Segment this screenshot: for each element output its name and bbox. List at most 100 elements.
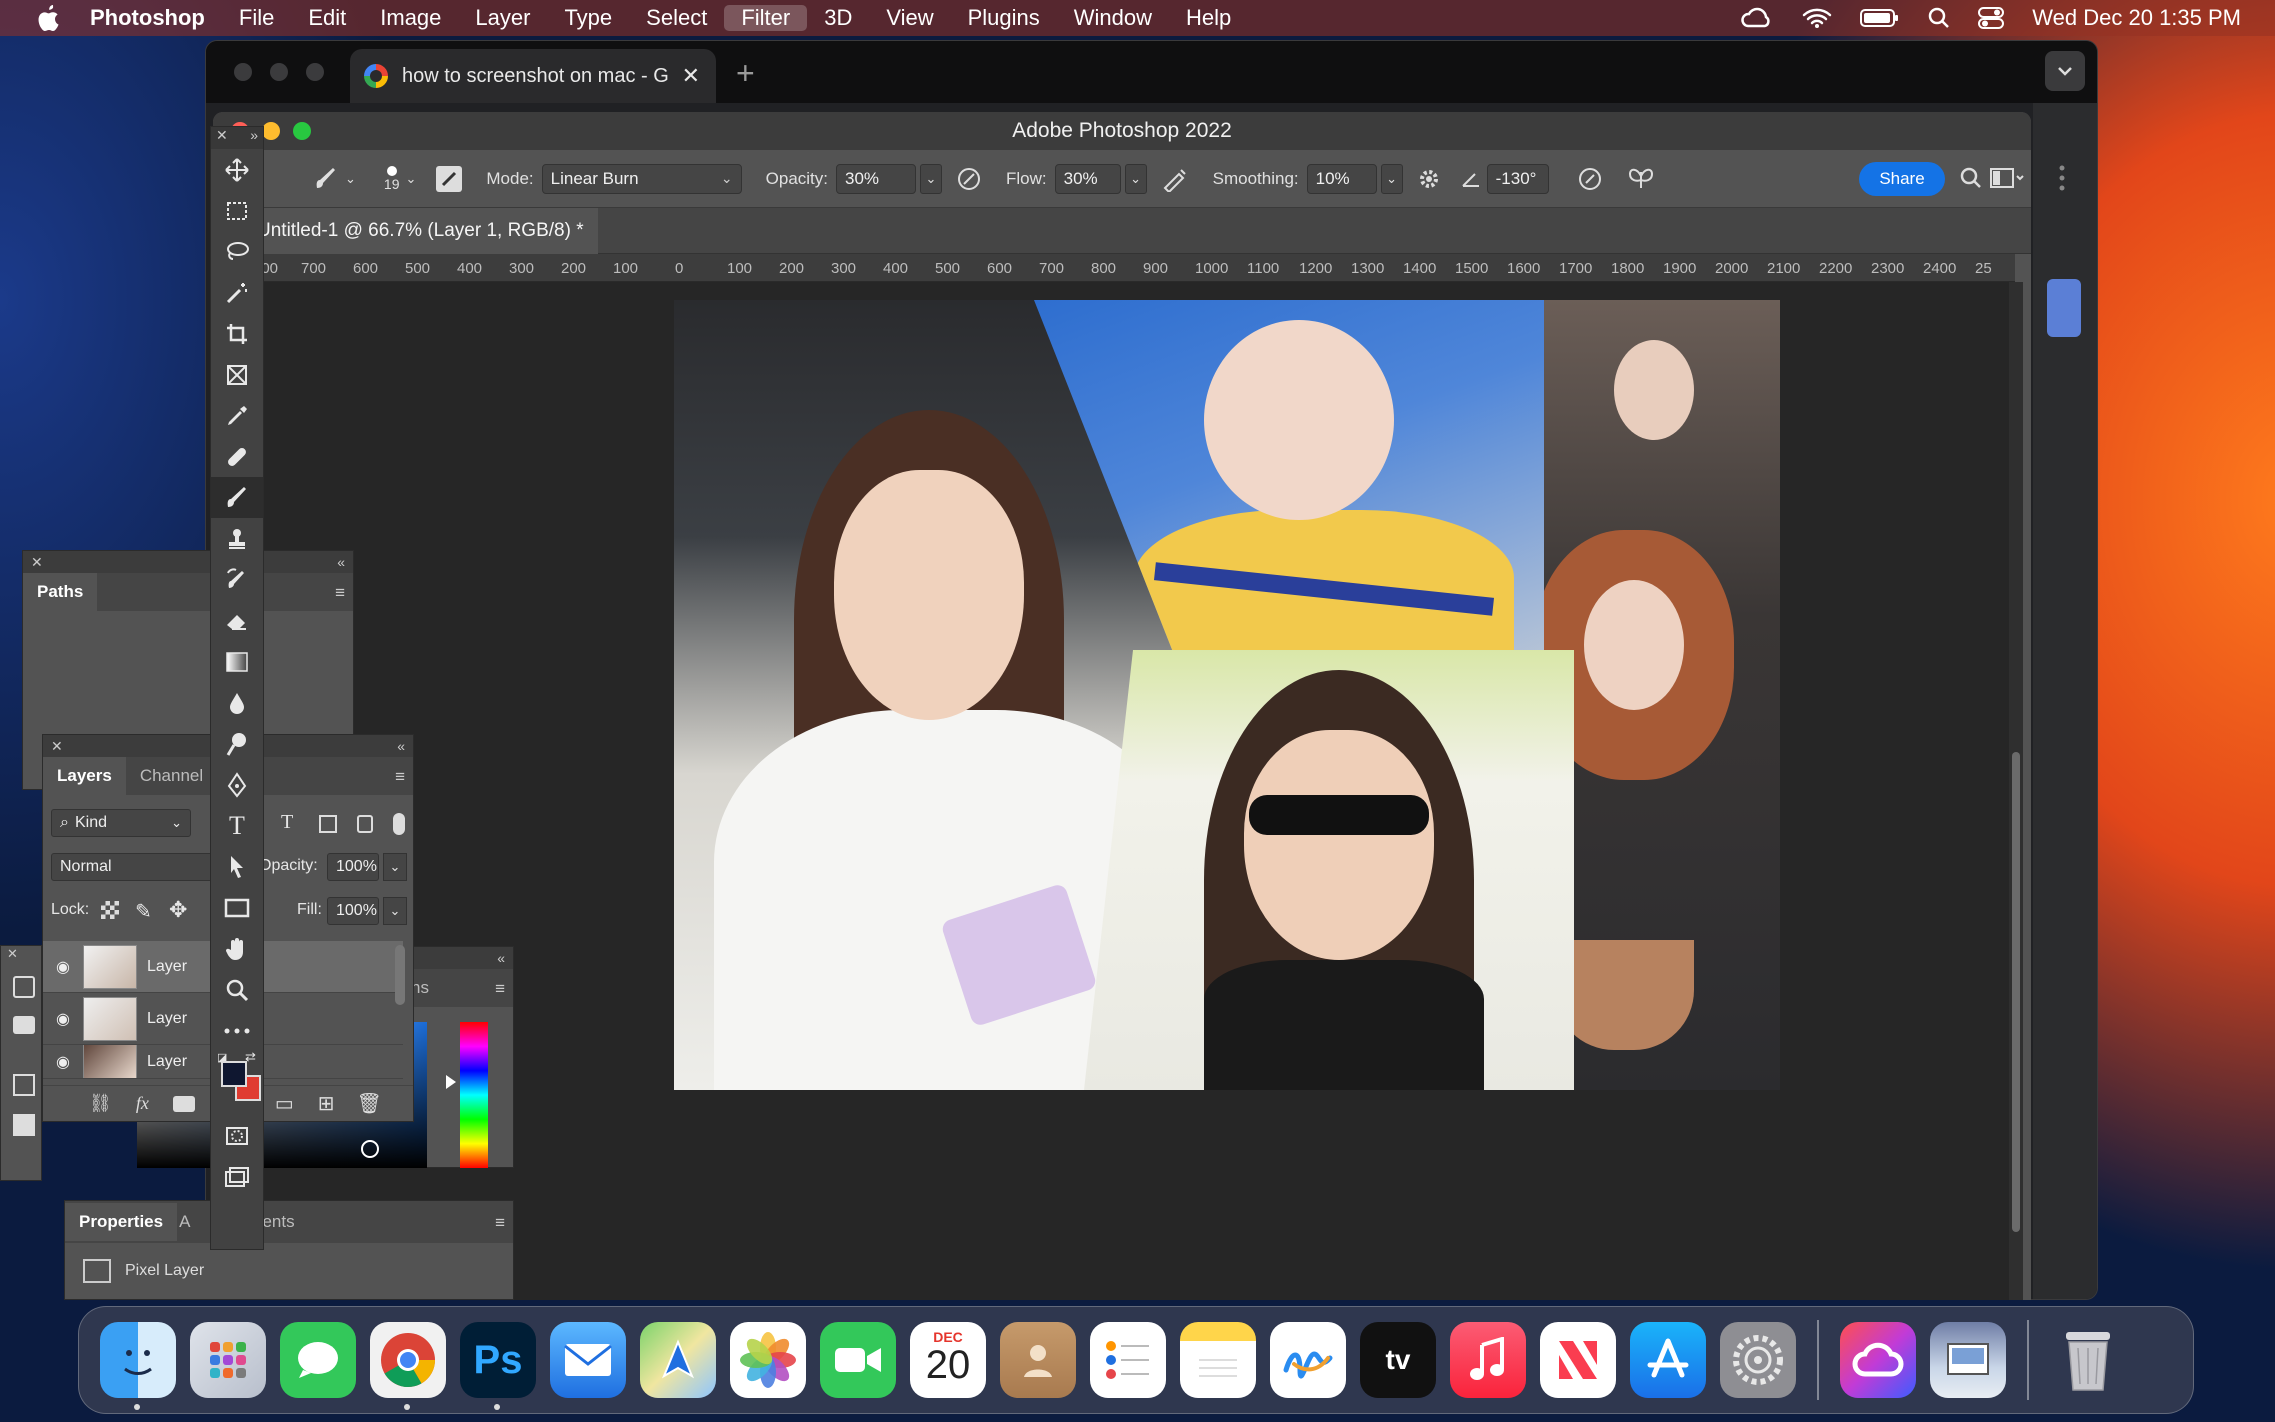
layer-name[interactable]: Layer: [147, 958, 187, 976]
new-tab-button[interactable]: +: [736, 55, 755, 92]
menu-help[interactable]: Help: [1169, 5, 1248, 31]
scrollbar-thumb[interactable]: [2012, 752, 2020, 1232]
mail-dock-icon[interactable]: [550, 1322, 626, 1398]
brush-preset-dropdown-icon[interactable]: ⌄: [345, 171, 356, 187]
expand-toolbar-icon[interactable]: »: [250, 127, 258, 149]
zoom-tool-icon[interactable]: [211, 969, 263, 1010]
add-layer-style-fx-icon[interactable]: fx: [136, 1093, 149, 1114]
smoothing-input[interactable]: 10%: [1306, 163, 1377, 194]
kebab-menu-icon[interactable]: [2059, 165, 2065, 191]
menu-window[interactable]: Window: [1057, 5, 1169, 31]
comments-icon[interactable]: [13, 1016, 35, 1034]
history-icon[interactable]: [13, 976, 35, 998]
magic-wand-tool-icon[interactable]: [211, 272, 263, 313]
pressure-size-icon[interactable]: [1577, 166, 1603, 192]
menu-type[interactable]: Type: [547, 5, 629, 31]
reminders-dock-icon[interactable]: [1090, 1322, 1166, 1398]
menu-image[interactable]: Image: [363, 5, 458, 31]
search-icon[interactable]: [1959, 166, 1983, 190]
color-picker-cursor[interactable]: [361, 1140, 379, 1158]
preview-screenshot-dock-icon[interactable]: [1930, 1322, 2006, 1398]
menu-filter[interactable]: Filter: [724, 5, 808, 31]
contacts-dock-icon[interactable]: [1000, 1322, 1076, 1398]
panel-menu-icon[interactable]: ≡: [495, 979, 505, 999]
type-layer-filter-icon[interactable]: T: [281, 811, 293, 834]
move-tool-icon[interactable]: [211, 149, 263, 190]
battery-icon[interactable]: [1846, 8, 1914, 28]
layer-fill-input[interactable]: 100%: [327, 897, 379, 925]
healing-brush-tool-icon[interactable]: [211, 436, 263, 477]
new-layer-icon[interactable]: ⊞: [318, 1091, 335, 1116]
quick-mask-icon[interactable]: [211, 1115, 263, 1156]
collapse-panel-icon[interactable]: «: [337, 554, 345, 570]
edit-toolbar-more-icon[interactable]: [211, 1010, 263, 1051]
minimize-window-button[interactable]: [270, 63, 288, 81]
smoothing-dropdown-icon[interactable]: ⌄: [1380, 163, 1403, 194]
add-mask-icon[interactable]: [172, 1095, 195, 1112]
maps-dock-icon[interactable]: [640, 1322, 716, 1398]
menu-edit[interactable]: Edit: [291, 5, 363, 31]
news-dock-icon[interactable]: [1540, 1322, 1616, 1398]
tab-search-button[interactable]: [2045, 51, 2085, 91]
filter-toggle-icon[interactable]: [393, 813, 405, 835]
layer-name[interactable]: Layer: [147, 1010, 187, 1028]
tab-properties[interactable]: Properties: [65, 1203, 178, 1241]
system-settings-dock-icon[interactable]: [1720, 1322, 1796, 1398]
tab-adjustments-fragment[interactable]: A: [177, 1203, 192, 1241]
trash-dock-icon[interactable]: [2050, 1322, 2126, 1398]
marquee-tool-icon[interactable]: [211, 190, 263, 231]
collapse-panel-icon[interactable]: «: [497, 950, 505, 966]
share-button[interactable]: Share: [1859, 162, 1945, 196]
blend-mode-select[interactable]: Linear Burn ⌄: [541, 163, 742, 194]
path-selection-tool-icon[interactable]: [211, 846, 263, 887]
flow-dropdown-icon[interactable]: ⌄: [1124, 163, 1147, 194]
blur-tool-icon[interactable]: [211, 682, 263, 723]
menu-plugins[interactable]: Plugins: [951, 5, 1057, 31]
notes-icon[interactable]: [13, 1114, 35, 1136]
foreground-color-swatch[interactable]: [221, 1061, 247, 1087]
flow-input[interactable]: 30%: [1054, 163, 1121, 194]
ps-zoom-button[interactable]: [293, 122, 311, 140]
freeform-dock-icon[interactable]: [1270, 1322, 1346, 1398]
creative-cloud-status-icon[interactable]: [1726, 6, 1788, 30]
hue-slider[interactable]: [460, 1022, 488, 1168]
creative-cloud-dock-icon[interactable]: [1840, 1322, 1916, 1398]
opacity-input[interactable]: 30%: [836, 163, 916, 194]
document-tab[interactable]: Untitled-1 @ 66.7% (Layer 1, RGB/8) *: [257, 208, 598, 254]
finder-dock-icon[interactable]: [100, 1322, 176, 1410]
facetime-dock-icon[interactable]: [820, 1322, 896, 1398]
brush-size-dropdown-icon[interactable]: ⌄: [405, 171, 416, 187]
pressure-opacity-icon[interactable]: [956, 166, 982, 192]
close-icon[interactable]: ✕: [51, 738, 63, 755]
chrome-dock-icon[interactable]: [370, 1322, 446, 1410]
layer-name[interactable]: Layer: [147, 1053, 187, 1071]
screen-mode-icon[interactable]: [211, 1156, 263, 1197]
brush-angle-input[interactable]: -130°: [1486, 163, 1549, 194]
calendar-dock-icon[interactable]: DEC 20: [910, 1322, 986, 1398]
menu-file[interactable]: File: [222, 5, 291, 31]
menu-bar-clock[interactable]: Wed Dec 20 1:35 PM: [2018, 5, 2275, 31]
zoom-window-button[interactable]: [306, 63, 324, 81]
clone-stamp-tool-icon[interactable]: [211, 518, 263, 559]
brush-settings-panel-icon[interactable]: [436, 165, 463, 192]
tab-layers[interactable]: Layers: [43, 757, 126, 795]
panel-menu-icon[interactable]: ≡: [335, 583, 345, 603]
collapse-panel-icon[interactable]: «: [397, 738, 405, 754]
info-panel-icon[interactable]: [13, 1074, 35, 1096]
close-window-button[interactable]: [234, 63, 252, 81]
link-layers-icon[interactable]: ⛓: [89, 1093, 112, 1114]
eyedropper-tool-icon[interactable]: [211, 395, 263, 436]
notes-dock-icon[interactable]: [1180, 1322, 1256, 1398]
lock-position-move-icon[interactable]: ✥: [169, 897, 187, 923]
lock-image-pixels-brush-icon[interactable]: ✎: [135, 899, 152, 924]
canvas-vertical-scrollbar[interactable]: [2009, 282, 2023, 1300]
menu-layer[interactable]: Layer: [458, 5, 547, 31]
menu-select[interactable]: Select: [629, 5, 724, 31]
shape-layer-filter-icon[interactable]: [319, 815, 337, 833]
new-group-folder-icon[interactable]: ▭: [275, 1091, 294, 1116]
lock-transparent-pixels-icon[interactable]: [101, 901, 119, 919]
visibility-eye-icon[interactable]: ◉: [43, 957, 83, 977]
visibility-eye-icon[interactable]: ◉: [43, 1009, 83, 1029]
eraser-tool-icon[interactable]: [211, 600, 263, 641]
hue-slider-handle[interactable]: [446, 1075, 456, 1089]
